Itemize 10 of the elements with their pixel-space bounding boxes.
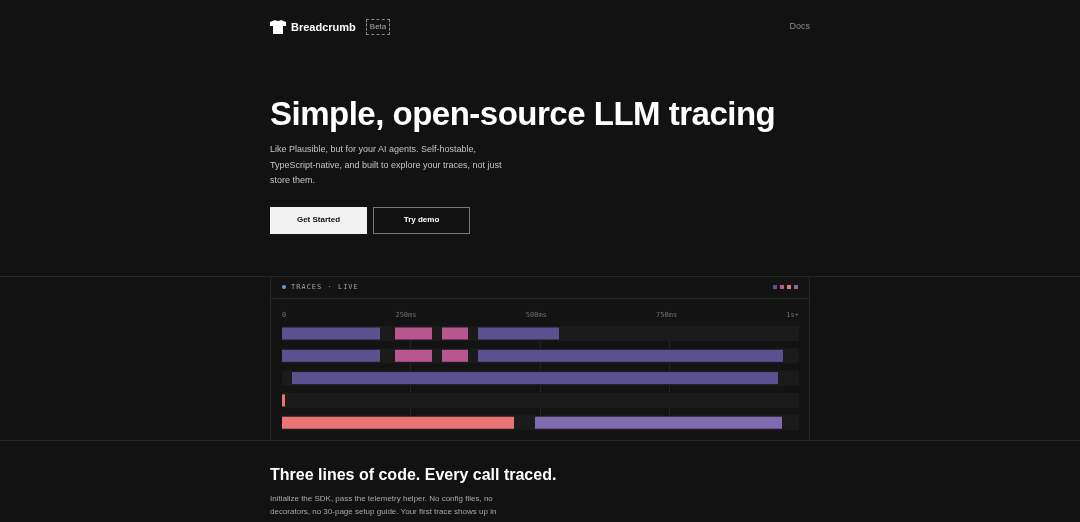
beta-badge: Beta	[365, 19, 391, 35]
nav-link[interactable]: Docs	[789, 20, 810, 34]
hero-title: Simple, open-source LLM tracing	[270, 94, 777, 134]
brand-logo[interactable]: Breadcrumb	[270, 18, 356, 36]
hero-subtitle: Like Plausible, but for your AI agents. Self-hostable, TypeScript-native, and built to explore your traces, not just store them.	[270, 143, 503, 187]
section-text: Initialize the SDK, pass the telemetry helper. No config files, no decorators, no 30-page setup guide. Your first trace shows up in	[270, 492, 498, 518]
get-started-button[interactable]: Get Started	[270, 206, 367, 234]
demo-button[interactable]: Try demo	[373, 206, 470, 234]
section-title: Three lines of code. Every call traced.	[270, 464, 558, 485]
shirt-icon	[270, 20, 286, 34]
